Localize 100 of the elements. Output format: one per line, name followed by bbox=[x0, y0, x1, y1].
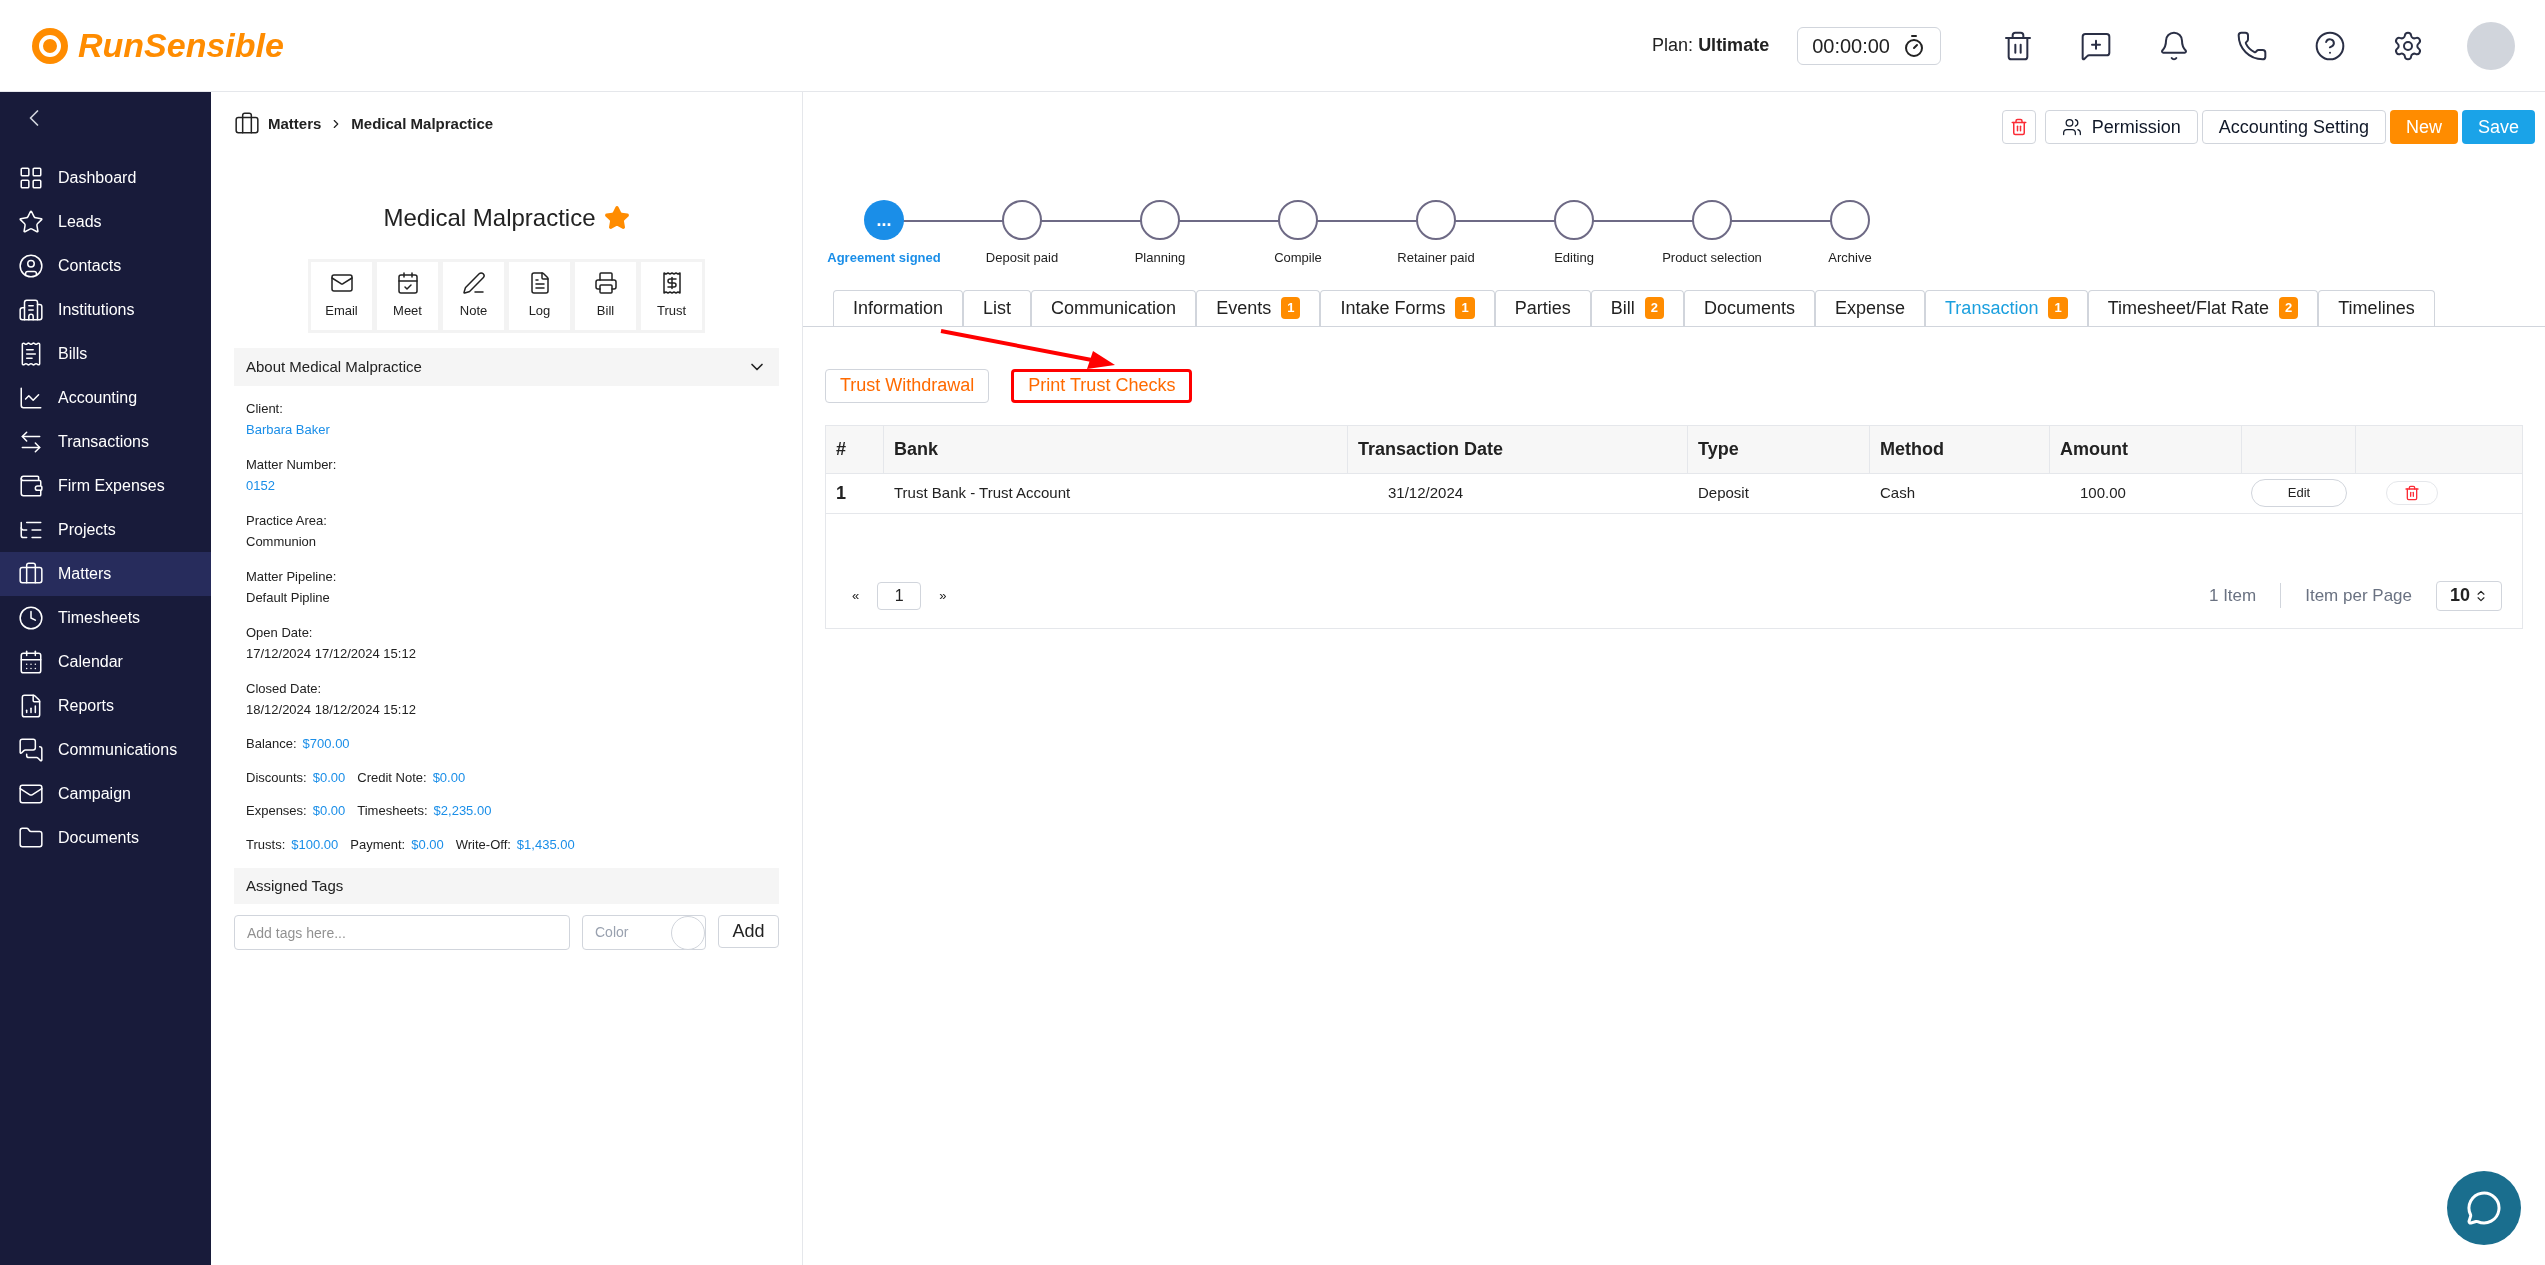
breadcrumb-item: Medical Malpractice bbox=[351, 113, 494, 134]
pen-icon bbox=[461, 271, 486, 296]
table-cell-text: 31/12/2024 bbox=[1387, 482, 1465, 503]
pipeline-label: Planning bbox=[1134, 249, 1186, 267]
count-badge: 2 bbox=[2279, 297, 2299, 319]
tab[interactable]: Timesheet/Flat Rate 2 bbox=[2087, 289, 2319, 326]
star-icon[interactable] bbox=[603, 205, 630, 231]
tab[interactable]: Documents bbox=[1683, 289, 1815, 326]
amount-value: $0.00 bbox=[312, 768, 346, 787]
pipeline-label: Deposit paid bbox=[985, 249, 1059, 267]
sidebar-item[interactable]: Institutions bbox=[0, 288, 211, 332]
action-button[interactable]: Bill bbox=[575, 262, 636, 330]
sidebar-item[interactable]: Bills bbox=[0, 332, 211, 376]
field-value[interactable]: 0152 bbox=[246, 475, 767, 496]
next-page-link[interactable]: » bbox=[933, 585, 953, 606]
item-count: 1 Item bbox=[2208, 582, 2282, 609]
sidebar-item[interactable]: Contacts bbox=[0, 244, 211, 288]
sidebar-item[interactable]: Projects bbox=[0, 508, 211, 552]
tab[interactable]: Information bbox=[833, 289, 964, 326]
pipeline-label: Archive bbox=[1828, 249, 1872, 267]
field-label: Client: bbox=[246, 400, 284, 418]
pipeline-step[interactable] bbox=[1002, 200, 1042, 240]
sidebar-item[interactable]: Campaign bbox=[0, 772, 211, 816]
tab[interactable]: Timelines bbox=[2318, 289, 2435, 326]
per-page-label: Item per Page bbox=[2304, 584, 2413, 607]
timer[interactable]: 00:00:00 bbox=[1797, 26, 1941, 65]
toolbar-button[interactable]: Permission bbox=[2044, 110, 2198, 144]
column-header: Transaction Date bbox=[1348, 425, 1688, 473]
column-header: Type bbox=[1688, 425, 1870, 473]
sidebar-item[interactable]: Calendar bbox=[0, 640, 211, 684]
sidebar-item[interactable]: Matters bbox=[0, 552, 211, 596]
per-page-select[interactable]: 10 bbox=[2436, 580, 2502, 611]
action-button[interactable]: Note bbox=[443, 262, 504, 330]
delete-button[interactable] bbox=[2001, 110, 2036, 144]
matter-title: Medical Malpractice bbox=[383, 203, 596, 233]
amount-value: $1,435.00 bbox=[516, 835, 575, 854]
toolbar-button[interactable]: Accounting Setting bbox=[2201, 110, 2386, 144]
action-button[interactable]: Log bbox=[509, 262, 570, 330]
tab[interactable]: Events 1 bbox=[1196, 289, 1321, 326]
count-badge: 1 bbox=[1281, 297, 1301, 319]
table-cell-text: Deposit bbox=[1697, 482, 1750, 503]
logo-icon bbox=[30, 25, 70, 66]
amount-label: Expenses: bbox=[246, 802, 307, 820]
tab[interactable]: Parties bbox=[1494, 289, 1591, 326]
phone-icon[interactable] bbox=[2236, 29, 2268, 62]
trash-icon bbox=[2009, 118, 2028, 136]
table-cell-text: 100.00 bbox=[2079, 482, 2127, 503]
table-cell-text: 1 bbox=[835, 481, 847, 505]
sidebar-item[interactable]: Leads bbox=[0, 200, 211, 244]
sidebar-item[interactable]: Dashboard bbox=[0, 156, 211, 200]
sidebar-item[interactable]: Transactions bbox=[0, 420, 211, 464]
calendar-icon bbox=[395, 271, 420, 296]
tab[interactable]: List bbox=[963, 289, 1032, 326]
pipeline-label: Agreement signed bbox=[827, 249, 941, 267]
action-button[interactable]: Meet bbox=[377, 262, 438, 330]
tab[interactable]: Communication bbox=[1031, 289, 1197, 326]
star-icon bbox=[18, 209, 44, 235]
sidebar-item[interactable]: Firm Expenses bbox=[0, 464, 211, 508]
sidebar-item[interactable]: Accounting bbox=[0, 376, 211, 420]
color-swatch bbox=[671, 915, 705, 950]
trash-icon[interactable] bbox=[2002, 29, 2034, 62]
tags-field[interactable]: Add tags here... bbox=[234, 915, 570, 950]
help-icon[interactable] bbox=[2314, 29, 2346, 62]
pipeline-step[interactable] bbox=[1416, 200, 1456, 240]
calendar-icon bbox=[18, 649, 44, 675]
pipeline-step[interactable] bbox=[1554, 200, 1594, 240]
page-button[interactable]: 1 bbox=[877, 581, 922, 610]
sidebar-item[interactable]: Timesheets bbox=[0, 596, 211, 640]
wallet-icon bbox=[18, 473, 44, 499]
action-button[interactable]: Email bbox=[311, 262, 372, 330]
field-value[interactable]: Barbara Baker bbox=[246, 419, 767, 440]
pipeline-label: Compile bbox=[1274, 249, 1322, 267]
field-label: Matter Number: bbox=[246, 456, 338, 474]
prev-page-link[interactable]: « bbox=[846, 585, 866, 606]
amount-label: Timesheets: bbox=[357, 802, 428, 820]
field-value: Default Pipline bbox=[246, 589, 331, 607]
bell-icon[interactable] bbox=[2158, 29, 2190, 62]
breadcrumb-item[interactable]: Matters bbox=[268, 112, 322, 136]
pipeline-step[interactable] bbox=[1278, 200, 1318, 240]
building-icon bbox=[18, 297, 44, 323]
pipeline-label: Product selection bbox=[1662, 249, 1762, 267]
pipeline-step[interactable] bbox=[1830, 200, 1870, 240]
users-icon bbox=[2061, 117, 2082, 137]
action-button[interactable]: Trust bbox=[641, 262, 702, 330]
tab[interactable]: Intake Forms 1 bbox=[1320, 289, 1495, 326]
settings-icon[interactable] bbox=[2392, 29, 2424, 62]
amount-label: Payment: bbox=[350, 835, 406, 854]
pipeline-step[interactable] bbox=[1140, 200, 1180, 240]
sidebar-item[interactable]: Communications bbox=[0, 728, 211, 772]
sidebar-item[interactable]: Reports bbox=[0, 684, 211, 728]
amount-label: Balance: bbox=[246, 735, 297, 753]
about-header[interactable]: About Medical Malpractice bbox=[234, 348, 779, 386]
pipeline-label: Editing bbox=[1554, 249, 1594, 267]
pipeline-step[interactable] bbox=[1692, 200, 1732, 240]
field-value: 17/12/2024 17/12/2024 15:12 bbox=[246, 645, 417, 663]
trash-icon bbox=[2404, 485, 2420, 501]
sidebar-item[interactable]: Documents bbox=[0, 816, 211, 860]
tab[interactable]: Bill 2 bbox=[1590, 289, 1684, 326]
grid-icon bbox=[18, 165, 44, 191]
add-button[interactable]: Add bbox=[718, 915, 779, 948]
